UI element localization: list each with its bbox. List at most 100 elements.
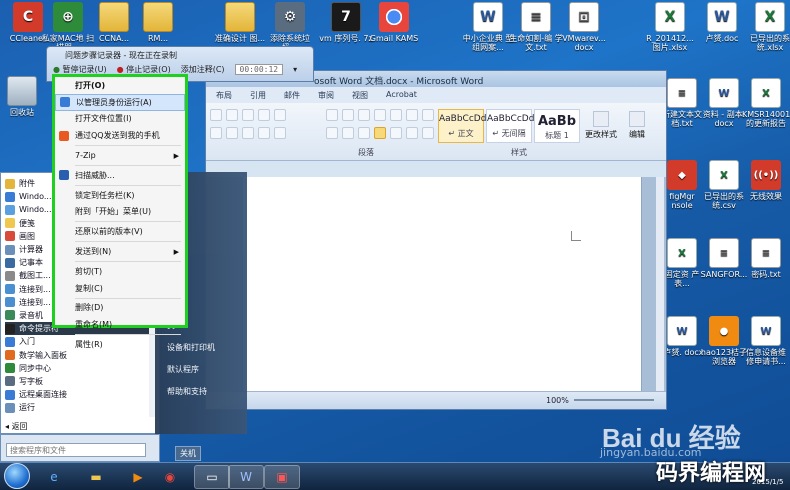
style-normal[interactable]: AaBbCcDd ↵ 正文 bbox=[438, 109, 486, 143]
vertical-scrollbar[interactable] bbox=[656, 177, 664, 391]
tab-view[interactable]: 视图 bbox=[352, 90, 368, 103]
style-no-spacing[interactable]: AaBbCcDd ↵ 无间隔 bbox=[486, 109, 534, 143]
desktop-icon-label: R_201412... 图片.xlsx bbox=[646, 34, 694, 52]
desktop-icon[interactable]: RM... bbox=[130, 2, 186, 43]
context-menu-item[interactable]: 扫描威胁... bbox=[55, 167, 185, 184]
font-color-button[interactable] bbox=[242, 127, 254, 139]
style-heading-1[interactable]: AaBb 标题 1 bbox=[534, 109, 580, 143]
justify-button[interactable] bbox=[374, 127, 386, 139]
tab-mailings[interactable]: 邮件 bbox=[284, 90, 300, 103]
decrease-indent-button[interactable] bbox=[374, 109, 386, 121]
taskbar-word[interactable]: W bbox=[228, 465, 264, 489]
context-menu-item[interactable]: 附到「开始」菜单(U) bbox=[55, 204, 185, 221]
sort-button[interactable] bbox=[422, 109, 434, 121]
multilevel-button[interactable] bbox=[358, 109, 370, 121]
desktop-icon[interactable]: X 已导出的系 统.xlsx bbox=[742, 2, 790, 52]
taskbar-media[interactable]: ▶ bbox=[120, 465, 156, 489]
menu-separator bbox=[75, 221, 181, 223]
start-menu-item[interactable]: 运行 bbox=[5, 401, 159, 414]
context-menu-item[interactable]: 打开(O) bbox=[55, 77, 185, 94]
tab-acrobat[interactable]: Acrobat bbox=[386, 90, 417, 103]
desktop-icon[interactable]: X KMSR14001 的更新报告 bbox=[742, 78, 790, 128]
start-search-input[interactable] bbox=[6, 443, 146, 457]
center-button[interactable] bbox=[342, 127, 354, 139]
tab-review[interactable]: 审阅 bbox=[318, 90, 334, 103]
shutdown-button[interactable]: 关机 bbox=[175, 446, 201, 461]
desktop-icon[interactable]: X R_201412... 图片.xlsx bbox=[642, 2, 698, 52]
help-dropdown-icon[interactable]: ▾ bbox=[293, 65, 297, 74]
tab-references[interactable]: 引用 bbox=[250, 90, 266, 103]
aa-button[interactable] bbox=[242, 109, 254, 121]
desktop-icon-label: VMwarev... docx bbox=[562, 34, 606, 52]
menu-separator bbox=[75, 145, 181, 147]
desktop-icon[interactable]: ● hao123桔子 浏览器 bbox=[700, 316, 748, 366]
taskbar-cmd[interactable]: ▭ bbox=[194, 465, 230, 489]
context-menu-item[interactable]: 剪切(T) bbox=[55, 263, 185, 280]
desktop-icon[interactable]: ≡ SANGFOR... bbox=[700, 238, 748, 279]
context-menu-item[interactable]: 通过QQ发送到我的手机 bbox=[55, 127, 185, 144]
desktop-icon[interactable]: ⚙添除系统垃 圾... bbox=[262, 2, 318, 52]
clear-format-button[interactable] bbox=[226, 109, 238, 121]
tab-layout[interactable]: 布局 bbox=[216, 90, 232, 103]
default-programs-link[interactable]: 默认程序 bbox=[167, 364, 199, 375]
back-button[interactable]: ◂ 返回 bbox=[5, 421, 28, 432]
context-menu-item[interactable]: 重命名(M) bbox=[55, 316, 185, 333]
ruby-button[interactable] bbox=[258, 109, 270, 121]
zoom-slider[interactable] bbox=[574, 399, 654, 401]
context-menu-item[interactable]: 发送到(N) ▶ bbox=[55, 243, 185, 260]
start-menu-item[interactable]: 同步中心 bbox=[5, 362, 159, 375]
context-menu-item[interactable]: 还原以前的版本(V) bbox=[55, 223, 185, 240]
desktop-icon[interactable]: W 信息设备维 修申请书... bbox=[742, 316, 790, 366]
context-menu-item[interactable]: 打开文件位置(I) bbox=[55, 111, 185, 128]
desktop-icon[interactable]: Gmail KAMS bbox=[366, 2, 422, 43]
bullets-button[interactable] bbox=[326, 109, 338, 121]
desktop-icon[interactable]: 准确设计 图... bbox=[212, 2, 268, 43]
start-menu-item[interactable]: 远程桌面连接 bbox=[5, 388, 159, 401]
shading-button[interactable] bbox=[422, 127, 434, 139]
desktop-icon-label: 回收站 bbox=[10, 108, 34, 117]
cmd-icon: ▭ bbox=[206, 470, 218, 484]
program-icon bbox=[5, 297, 15, 308]
desktop-icon[interactable]: ⊡ VMwarev... docx bbox=[556, 2, 612, 52]
taskbar-recorder[interactable]: ▣ bbox=[264, 465, 300, 489]
excel-icon: X bbox=[655, 2, 685, 32]
align-right-button[interactable] bbox=[358, 127, 370, 139]
desktop-icon[interactable]: X 已导出的系 统.csv bbox=[700, 160, 748, 210]
word-window[interactable]: osoft Word 文档.docx - Microsoft Word 布局 引… bbox=[205, 70, 667, 410]
help-support-link[interactable]: 帮助和支持 bbox=[167, 386, 207, 397]
context-menu-item[interactable]: 删除(D) bbox=[55, 300, 185, 317]
gear-icon: ⚙ bbox=[275, 2, 305, 32]
border-char-button[interactable] bbox=[274, 109, 286, 121]
text-effect-button[interactable] bbox=[210, 127, 222, 139]
context-menu-item[interactable]: 属性(R) bbox=[55, 336, 185, 353]
numbering-button[interactable] bbox=[342, 109, 354, 121]
start-menu-item-label: 写字板 bbox=[19, 376, 43, 386]
start-button[interactable] bbox=[4, 463, 30, 489]
taskbar-chrome[interactable]: ◉ bbox=[152, 465, 188, 489]
enclose-button[interactable] bbox=[274, 127, 286, 139]
edit-button[interactable]: 编辑 bbox=[622, 111, 652, 140]
desktop-icon[interactable]: W 资料 - 副本. docx bbox=[700, 78, 748, 128]
taskbar-ie[interactable]: e bbox=[36, 465, 72, 489]
line-spacing-button[interactable] bbox=[406, 127, 418, 139]
align-left-button[interactable] bbox=[326, 127, 338, 139]
desktop-icon[interactable]: ((•)) 无线效果 bbox=[742, 160, 790, 201]
context-menu-item[interactable]: 7-Zip ▶ bbox=[55, 147, 185, 164]
scanner-icon: ⊕ bbox=[53, 2, 83, 32]
shrink-font-button[interactable] bbox=[210, 109, 222, 121]
char-shade-button[interactable] bbox=[258, 127, 270, 139]
start-menu-item[interactable]: 写字板 bbox=[5, 375, 159, 388]
start-menu-item-label: 附件 bbox=[19, 179, 35, 189]
taskbar-explorer[interactable]: ▬ bbox=[78, 465, 114, 489]
context-menu-item[interactable]: 以管理员身份运行(A) bbox=[55, 93, 185, 111]
desktop-icon[interactable]: 回收站 bbox=[0, 76, 46, 117]
chinese-layout-button[interactable] bbox=[406, 109, 418, 121]
highlight-button[interactable] bbox=[226, 127, 238, 139]
distribute-button[interactable] bbox=[390, 127, 402, 139]
increase-indent-button[interactable] bbox=[390, 109, 402, 121]
change-styles-button[interactable]: 更改样式 bbox=[584, 111, 618, 140]
document-page[interactable] bbox=[242, 177, 642, 391]
desktop-icon[interactable]: ≡ 密码.txt bbox=[742, 238, 790, 279]
context-menu-item[interactable]: 锁定到任务栏(K) bbox=[55, 187, 185, 204]
context-menu-item[interactable]: 复制(C) bbox=[55, 280, 185, 297]
